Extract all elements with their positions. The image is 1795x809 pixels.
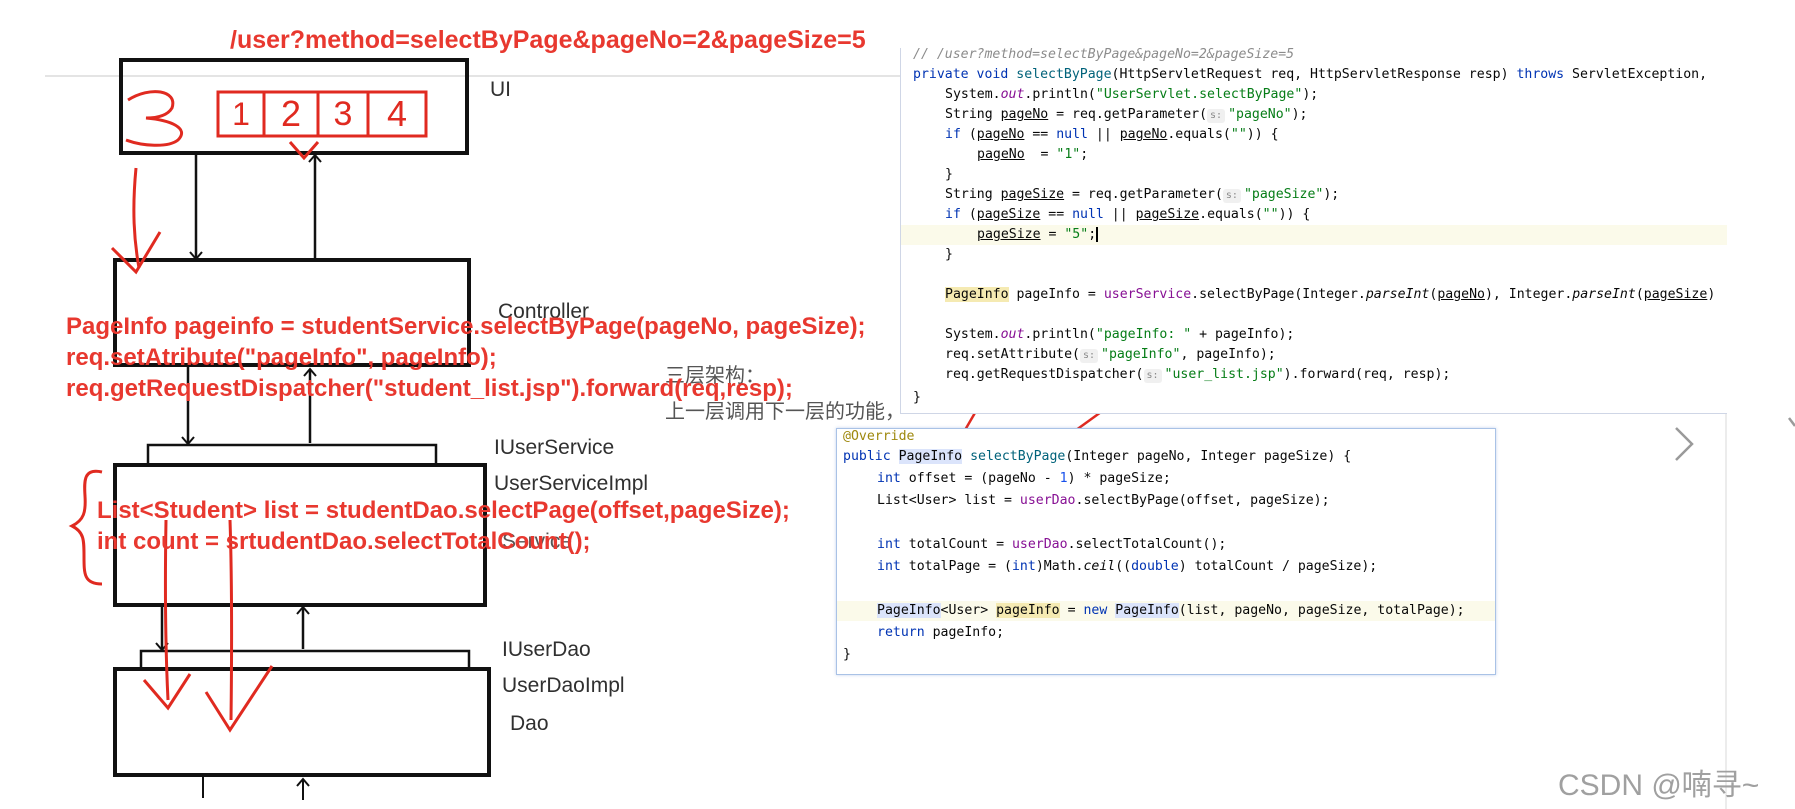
- dao-impl-label: UserDaoImpl: [502, 674, 625, 697]
- idao-label: IUserDao: [502, 638, 591, 661]
- code-line-close3: }: [913, 390, 921, 405]
- code-line-call-service: PageInfo pageInfo = userService.selectBy…: [945, 287, 1716, 302]
- code-line-total-page: int totalPage = (int)Math.ceil((double) …: [877, 559, 1378, 574]
- controller-annotation-line3: req.getRequestDispatcher("student_list.j…: [66, 375, 793, 402]
- service-code-panel: @Override public PageInfo selectByPage(I…: [836, 428, 1496, 675]
- controller-annotation-line2: req.setAtribute("pageInfo", pageInfo);: [66, 344, 497, 371]
- service-annotation-line2: int count = srtudentDao.selectTotalCount…: [97, 528, 591, 555]
- controller-code-panel: // /user?method=selectByPage&pageNo=2&pa…: [900, 48, 1727, 414]
- code-line-println1: System.out.println("UserServlet.selectBy…: [945, 87, 1319, 102]
- code-line-close1: }: [945, 167, 953, 182]
- code-line-total-count: int totalCount = userDao.selectTotalCoun…: [877, 537, 1227, 552]
- code-line-return: return pageInfo;: [877, 625, 1005, 640]
- ui-label: UI: [490, 78, 511, 101]
- dao-layer-box: [113, 667, 491, 777]
- page-button[interactable]: 4: [368, 92, 426, 136]
- code-line-signature: private void selectByPage(HttpServletReq…: [913, 67, 1708, 82]
- code-line-offset: int offset = (pageNo - 1) * pageSize;: [877, 471, 1171, 486]
- code-line-if-page-no: if (pageNo == null || pageNo.equals(""))…: [945, 127, 1279, 142]
- watermark: CSDN @喃寻~: [1558, 769, 1760, 802]
- url-title: /user?method=selectByPage&pageNo=2&pageS…: [230, 26, 866, 54]
- chevron-right-icon: [1675, 427, 1694, 461]
- page-button[interactable]: 2: [264, 92, 318, 136]
- red-arrow-ui-to-controller: [132, 167, 141, 269]
- code-line-override: @Override: [843, 429, 915, 444]
- code-line-assign-page-no: pageNo = "1";: [977, 147, 1089, 162]
- code-line-service-close: }: [843, 647, 851, 662]
- code-line-println2: System.out.println("pageInfo: " + pageIn…: [945, 327, 1295, 342]
- service-annotation-line1: List<Student> list = studentDao.selectPa…: [97, 497, 790, 524]
- code-line-dispatch: req.getRequestDispatcher(s: "user_list.js…: [945, 367, 1451, 383]
- code-line-set-attribute: req.setAttribute(s: "pageInfo", pageInfo)…: [945, 347, 1276, 363]
- iservice-label: IUserService: [494, 436, 615, 459]
- code-line-get-page-no: String pageNo = req.getParameter(s: "page…: [945, 107, 1308, 123]
- iservice-bar: [146, 443, 438, 467]
- code-line-new-pageinfo[interactable]: PageInfo<User> pageInfo = new PageInfo(l…: [837, 601, 1495, 621]
- idao-bar: [139, 649, 471, 671]
- code-line-if-page-size: if (pageSize == null || pageSize.equals(…: [945, 207, 1311, 222]
- page-button[interactable]: 1: [218, 92, 264, 136]
- code-comment: // /user?method=selectByPage&pageNo=2&pa…: [913, 48, 1295, 62]
- page-button-strip: 1 2 3 4: [218, 92, 426, 136]
- dao-label: Dao: [510, 712, 549, 735]
- code-line-list: List<User> list = userDao.selectByPage(o…: [877, 493, 1330, 508]
- code-line-get-page-size: String pageSize = req.getParameter(s: "pa…: [945, 187, 1340, 203]
- code-line-close2: }: [945, 247, 953, 262]
- text-cursor: [1096, 226, 1099, 242]
- code-line-assign-page-size[interactable]: pageSize = "5";: [901, 225, 1727, 245]
- service-impl-label: UserServiceImpl: [494, 472, 649, 495]
- controller-annotation-line1: PageInfo pageinfo = studentService.selec…: [66, 313, 866, 340]
- page-button[interactable]: 3: [318, 92, 368, 136]
- code-line-service-signature: public PageInfo selectByPage(Integer pag…: [843, 449, 1352, 464]
